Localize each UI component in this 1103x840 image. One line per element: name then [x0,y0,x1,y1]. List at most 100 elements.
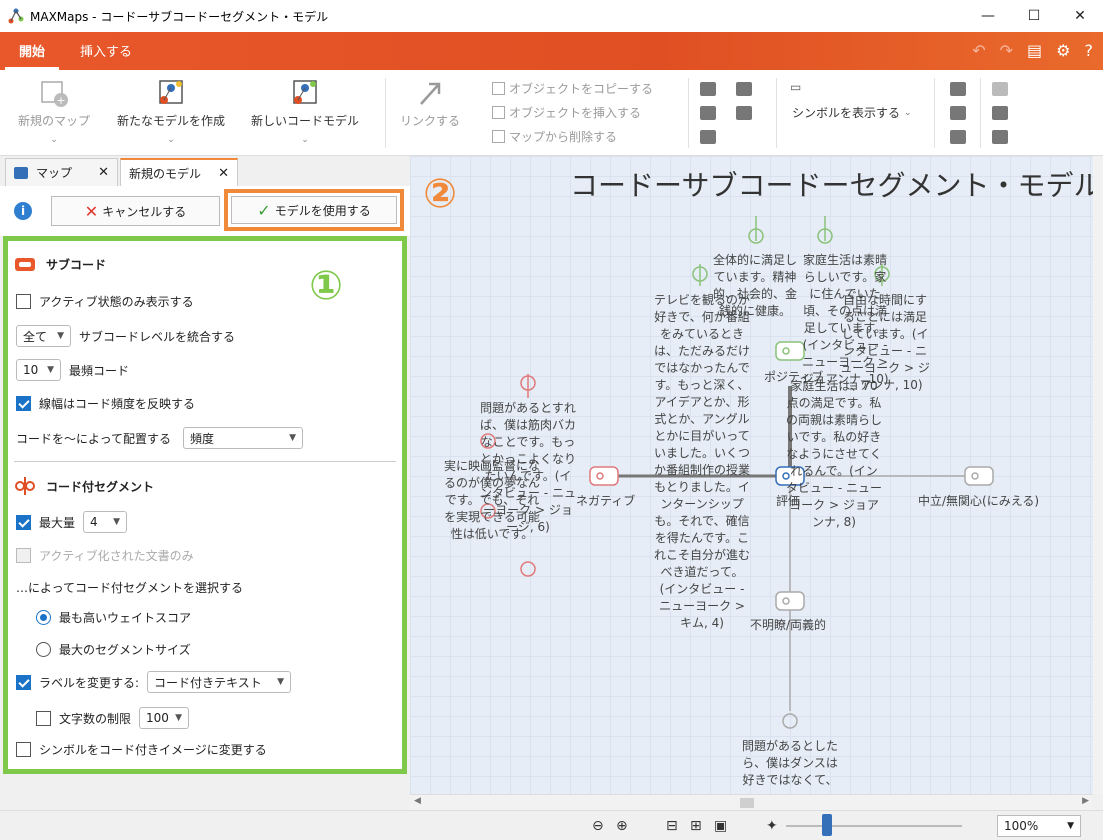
action-bar: i ✕ キャンセルする ✓ モデルを使用する [0,186,410,236]
paste-icon [492,106,505,119]
divider [14,461,396,462]
menu-tab-start[interactable]: 開始 [5,38,60,70]
menu-tab-insert[interactable]: 挿入する [66,38,146,70]
export-icon[interactable] [992,130,1008,144]
layers-icon[interactable] [950,82,966,96]
top-codes-dropdown[interactable]: 10 ▼ [16,359,61,381]
vertical-scrollbar[interactable] [1093,156,1103,794]
camera-icon[interactable] [992,106,1008,120]
max-amount-dropdown[interactable]: 4 ▼ [83,511,128,533]
chevron-down-icon: ▼ [175,713,183,723]
tab-new-model[interactable]: 新規のモデル ✕ [120,158,238,186]
align-top-icon[interactable] [700,106,716,120]
code-label-negative: ネガティブ [576,494,636,508]
code-node-neutral[interactable] [964,466,994,486]
segment-text: 問題があるとしたら、僕はダンスは好きではなくて、 [742,739,839,787]
cancel-button[interactable]: ✕ キャンセルする [51,196,220,226]
gear-icon[interactable]: ⚙ [1056,41,1070,60]
new-model-button[interactable]: 新たなモデルを作成 ⌄ [117,76,225,145]
delete-from-map-button[interactable]: マップから削除する [492,128,617,145]
change-label-checkbox[interactable] [16,674,31,690]
callout-two: ② [423,171,457,217]
image-icon[interactable] [992,82,1008,96]
redo-icon[interactable]: ↷ [1000,41,1013,60]
link-button[interactable]: リンクする [400,76,460,129]
arrange-dropdown[interactable]: 頻度 ▼ [183,427,304,449]
close-icon[interactable]: ✕ [98,165,109,180]
chevron-down-icon: ⌄ [50,135,58,145]
align-left-icon[interactable] [700,82,716,96]
send-back-icon[interactable] [950,130,966,144]
chevron-down-icon: ⌄ [301,135,309,145]
char-limit-row: 文字数の制限 100 ▼ [36,707,190,729]
zoom-tool-icon[interactable]: ✦ [766,818,778,834]
code-node-negative[interactable] [589,466,619,486]
active-docs-checkbox[interactable]: アクティブ化された文書のみ [16,547,194,564]
zoom-slider-thumb[interactable] [822,814,832,836]
maximize-button[interactable]: ☐ [1011,0,1057,32]
segment-node[interactable] [520,561,536,577]
distribute-icon[interactable] [736,82,752,96]
zoom-in-icon[interactable]: ⊕ [616,818,628,834]
char-limit-checkbox[interactable] [36,710,51,726]
checkmark-icon: ✓ [257,200,271,220]
close-icon[interactable]: ✕ [218,166,229,181]
scroll-thumb[interactable] [740,798,754,808]
fit-all-icon[interactable]: ⊞ [690,818,702,834]
change-label-dropdown[interactable]: コード付きテキスト ▼ [147,671,292,693]
tab-map[interactable]: マップ ✕ [5,158,118,186]
chevron-down-icon: ⌄ [167,135,175,145]
copy-icon [492,82,505,95]
new-code-model-icon [293,80,317,104]
help-icon[interactable]: ? [1085,41,1094,60]
char-limit-dropdown[interactable]: 100 ▼ [139,707,190,729]
map-canvas[interactable]: コードーサブコードーセグメント・モデル ネガティブ 評価 中立/無関心(にみえる… [410,156,1093,794]
use-model-button[interactable]: ✓ モデルを使用する [231,196,397,224]
use-model-highlight: ✓ モデルを使用する [224,189,404,231]
undo-icon[interactable]: ↶ [972,41,985,60]
line-width-checkbox[interactable]: 線幅はコード頻度を反映する [16,395,195,412]
new-model-icon [159,80,183,104]
copy-object-button[interactable]: オブジェクトをコピーする [492,80,653,97]
symbol-change-checkbox[interactable]: シンボルをコード付きイメージに変更する [16,741,267,758]
zoom-out-icon[interactable]: ⊖ [592,818,604,834]
new-map-button[interactable]: + 新規のマップ ⌄ [18,76,90,145]
zoom-slider-track[interactable] [786,825,962,827]
active-only-checkbox[interactable]: アクティブ状態のみ表示する [16,293,194,310]
segment-node[interactable] [782,713,798,729]
delete-icon [492,130,505,143]
insert-object-button[interactable]: オブジェクトを挿入する [492,104,641,121]
chevron-down-icon: ▼ [47,365,54,375]
actual-size-icon[interactable]: ▣ [714,818,727,834]
new-code-model-button[interactable]: 新しいコードモデル ⌄ [251,76,359,145]
subcode-level-dropdown[interactable]: 全て ▼ [16,325,71,347]
close-window-button[interactable]: ✕ [1057,0,1103,32]
align-center-icon[interactable] [736,106,752,120]
select-by-label: …によってコード付セグメントを選択する [16,581,244,595]
chevron-down-icon: ▼ [1067,821,1074,831]
show-symbol-button[interactable]: シンボルを表示する ⌄ [792,104,912,121]
scroll-left-icon[interactable]: ◀ [414,796,421,806]
minimize-button[interactable]: — [965,0,1011,32]
fit-width-icon[interactable]: ⊟ [666,818,678,834]
title-bar: MAXMaps - コードーサブコードーセグメント・モデル — ☐ ✕ [0,0,1103,32]
weight-score-radio[interactable]: 最も高いウェイトスコア [36,609,191,626]
max-amount-checkbox[interactable] [16,514,31,530]
chevron-down-icon: ▼ [277,677,285,687]
zoom-dropdown[interactable]: 100% ▼ [997,815,1081,837]
top-codes-row: 10 ▼ 最頻コード [16,359,129,381]
segment-text: テレビを観るのが好きで、何か番組をみているときは、ただみるだけではなかったんです… [654,293,751,630]
arrange-row: コードを～によって配置する 頻度 ▼ [16,427,304,449]
print-icon[interactable]: ▤ [1027,41,1042,60]
symbol-123-icon: ▭ [790,80,802,94]
info-icon[interactable]: i [14,202,32,220]
segment-size-radio[interactable]: 最大のセグメントサイズ [36,641,191,658]
subcode-icon [15,258,35,271]
subcode-section-header: サブコード [14,255,106,273]
code-node-unclear[interactable] [775,591,805,611]
scroll-right-icon[interactable]: ▶ [1082,796,1089,806]
stack-icon[interactable] [950,106,966,120]
ribbon: + 新規のマップ ⌄ 新たなモデルを作成 ⌄ 新しいコードモデル ⌄ リンクする… [0,70,1103,156]
group-icon[interactable] [700,130,716,144]
horizontal-scrollbar[interactable]: ◀ ▶ [410,794,1093,810]
